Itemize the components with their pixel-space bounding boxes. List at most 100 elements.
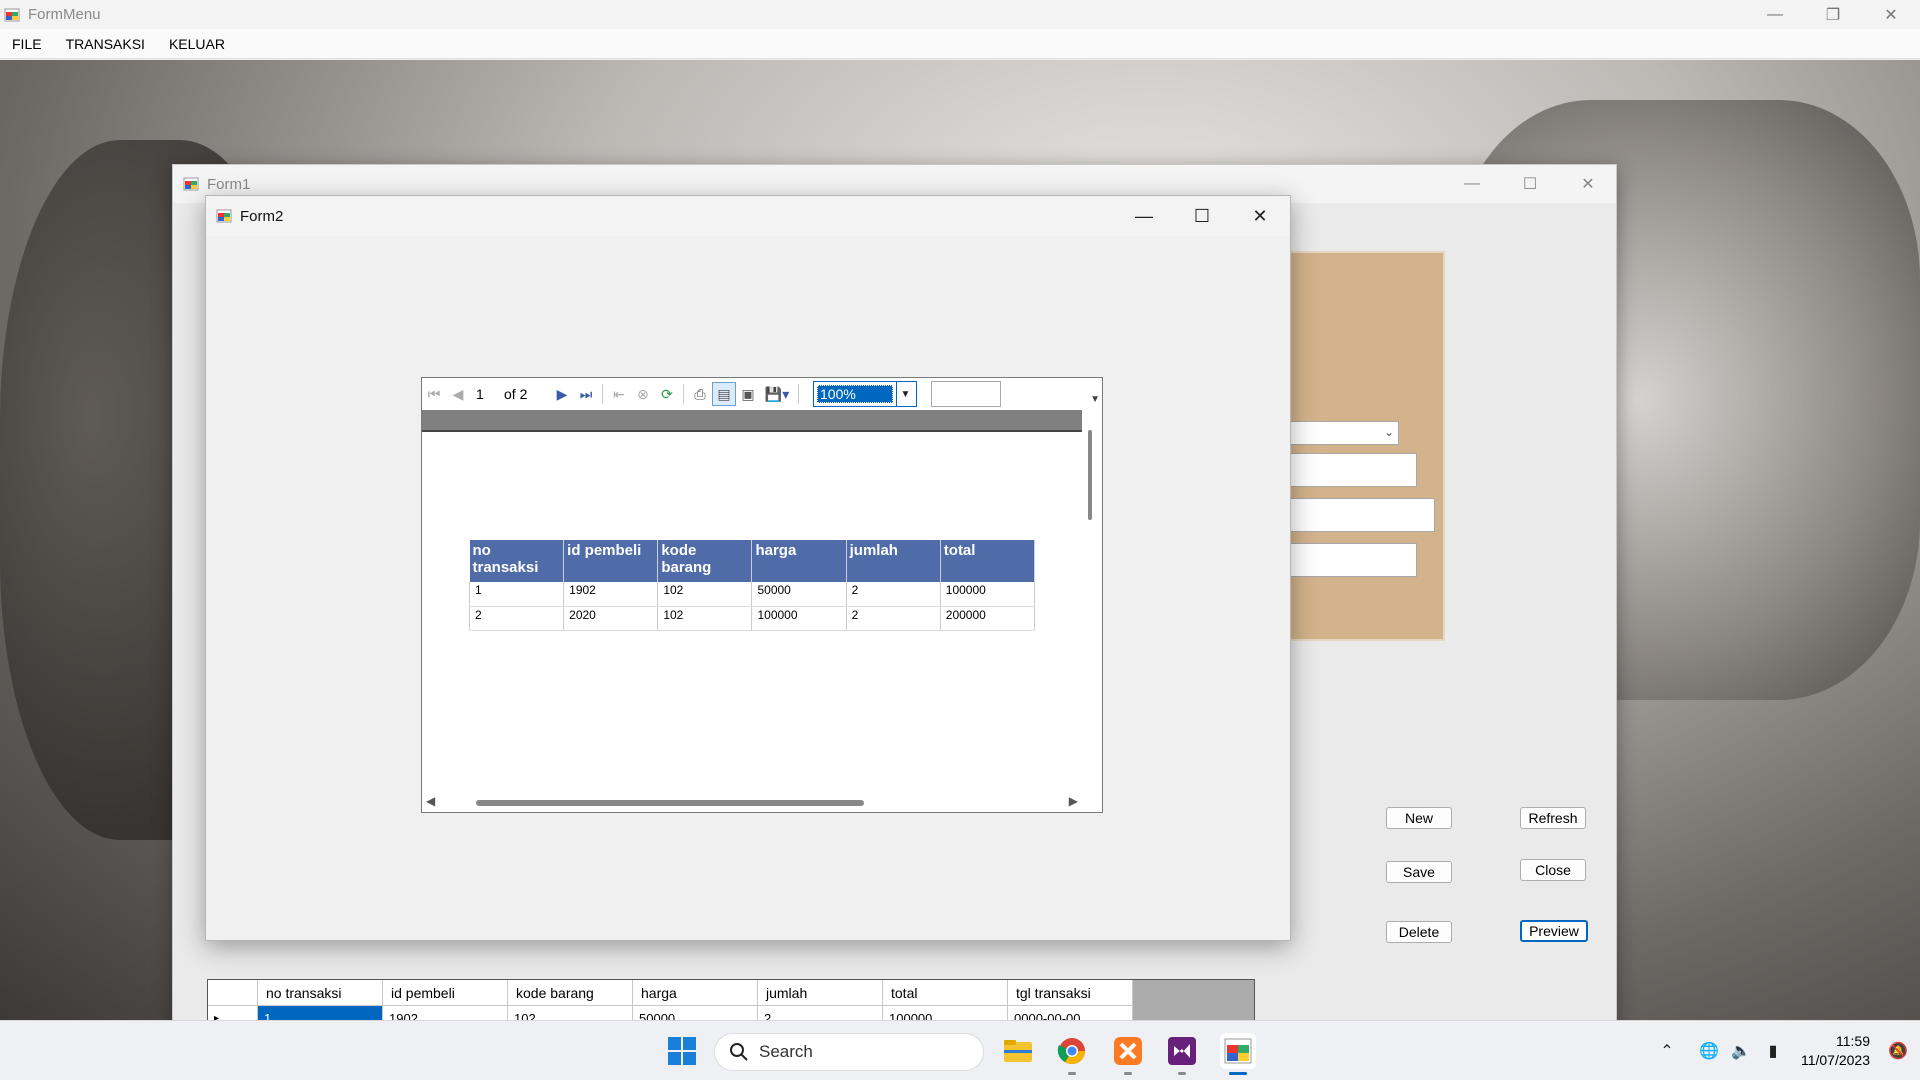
close-button[interactable]: Close <box>1520 859 1586 881</box>
refresh-icon[interactable]: ⟳ <box>655 382 679 406</box>
chrome-icon[interactable] <box>1054 1033 1090 1075</box>
report-cell: 100000 <box>751 606 847 631</box>
zoom-select[interactable]: 100% ▼ <box>813 381 917 407</box>
menu-file[interactable]: FILE <box>0 36 54 52</box>
print-layout-icon[interactable]: ▤ <box>712 382 736 406</box>
chevron-up-icon[interactable]: ⌃ <box>1653 1037 1681 1065</box>
current-page-input[interactable]: 1 <box>470 386 504 402</box>
save-button[interactable]: Save <box>1386 861 1452 883</box>
last-page-icon[interactable]: ⏭ <box>574 382 598 406</box>
menu-transaksi[interactable]: TRANSAKSI <box>54 36 157 52</box>
restore-button[interactable]: ❐ <box>1804 0 1862 29</box>
file-explorer-icon[interactable] <box>1000 1033 1036 1069</box>
report-cell: 2 <box>468 606 565 631</box>
horizontal-scrollbar[interactable]: ◀ ▶ <box>422 792 1082 812</box>
export-icon[interactable]: 💾▾ <box>760 382 794 406</box>
xampp-icon[interactable] <box>1110 1033 1146 1075</box>
notification-bell-icon[interactable]: 🔕 <box>1884 1037 1912 1065</box>
grid-row-header-corner <box>208 980 258 1006</box>
report-top-band <box>422 410 1082 432</box>
report-cell: 102 <box>657 606 753 631</box>
report-cell: 100000 <box>940 582 1036 607</box>
form1-minimize-button[interactable]: — <box>1443 165 1501 203</box>
running-indicator <box>1124 1072 1132 1075</box>
toolbar-separator <box>683 384 684 404</box>
globe-icon[interactable]: 🌐 <box>1695 1037 1723 1065</box>
taskbar-search[interactable]: Search <box>714 1033 984 1071</box>
report-cell: 200000 <box>940 606 1036 631</box>
form2-close-button[interactable]: ✕ <box>1231 196 1289 236</box>
report-cell: 2020 <box>563 606 659 631</box>
report-cell: 2 <box>846 606 941 631</box>
stop-icon[interactable]: ⊗ <box>631 382 655 406</box>
volume-icon[interactable]: 🔈 <box>1727 1037 1755 1065</box>
chevron-down-icon: ⌄ <box>1383 425 1394 439</box>
report-cell: 102 <box>657 582 753 607</box>
battery-icon[interactable]: ▮ <box>1759 1037 1787 1065</box>
grid-column-header[interactable]: kode barang <box>508 980 633 1006</box>
report-header-cell: id pembeli <box>563 540 659 582</box>
report-viewer: ⏮ ◀ 1 of 2 ▶ ⏭ ⇤ ⊗ ⟳ ⎙ ▤ ▣ 💾▾ 100% ▼ ▼ n… <box>421 377 1103 813</box>
search-label: Search <box>759 1042 813 1061</box>
running-indicator <box>1229 1072 1247 1075</box>
close-window-button[interactable]: ✕ <box>1862 0 1920 29</box>
first-page-icon[interactable]: ⏮ <box>422 382 446 406</box>
report-header-cell: harga <box>751 540 847 582</box>
search-icon <box>730 1043 748 1061</box>
form2-title: Form2 <box>240 207 284 225</box>
form-app-icon <box>216 209 232 223</box>
grid-column-header[interactable]: total <box>883 980 1008 1006</box>
form1-maximize-button[interactable]: ☐ <box>1501 165 1559 203</box>
clock-time: 11:59 <box>1836 1033 1870 1049</box>
new-button[interactable]: New <box>1386 807 1452 829</box>
scroll-right-icon[interactable]: ▶ <box>1069 794 1078 808</box>
clock[interactable]: 11:59 11/07/2023 <box>1801 1032 1870 1070</box>
report-cell: 50000 <box>751 582 847 607</box>
form-app-icon <box>4 8 20 21</box>
windows-start-icon[interactable] <box>666 1035 698 1067</box>
page-setup-icon[interactable]: ▣ <box>736 382 760 406</box>
preview-button[interactable]: Preview <box>1520 920 1588 942</box>
zoom-value: 100% <box>817 385 893 403</box>
report-page-area: no transaksi id pembeli kode barang harg… <box>422 410 1082 792</box>
grid-header: no transaksi id pembeli kode barang harg… <box>208 980 1133 1006</box>
table-row: 1 1902 102 50000 2 100000 <box>468 582 1036 607</box>
delete-button[interactable]: Delete <box>1386 921 1452 943</box>
visual-studio-icon[interactable] <box>1164 1033 1200 1075</box>
back-icon[interactable]: ⇤ <box>607 382 631 406</box>
running-indicator <box>1178 1072 1186 1075</box>
report-toolbar: ⏮ ◀ 1 of 2 ▶ ⏭ ⇤ ⊗ ⟳ ⎙ ▤ ▣ 💾▾ 100% ▼ ▼ <box>422 378 1102 410</box>
form1-title: Form1 <box>207 175 251 193</box>
scroll-left-icon[interactable]: ◀ <box>426 794 435 808</box>
taskbar: Search ⌃ 🌐 🔈 ▮ 11:59 11/07/2023 🔕 <box>0 1020 1920 1080</box>
refresh-button[interactable]: Refresh <box>1520 807 1586 829</box>
chevron-down-icon[interactable]: ▼ <box>896 382 914 406</box>
grid-column-header[interactable]: jumlah <box>758 980 883 1006</box>
grid-column-header[interactable]: id pembeli <box>383 980 508 1006</box>
grid-column-header[interactable]: tgl transaksi <box>1008 980 1133 1006</box>
find-input[interactable] <box>931 381 1001 407</box>
minimize-button[interactable]: — <box>1746 0 1804 29</box>
menu-keluar[interactable]: KELUAR <box>157 36 237 52</box>
form2-minimize-button[interactable]: — <box>1115 196 1173 236</box>
report-header-cell: kode barang <box>657 540 753 582</box>
grid-column-header[interactable]: no transaksi <box>258 980 383 1006</box>
winforms-app-icon[interactable] <box>1220 1033 1256 1075</box>
report-header-row: no transaksi id pembeli kode barang harg… <box>469 540 1036 582</box>
toolbar-overflow-icon[interactable]: ▼ <box>1090 394 1100 405</box>
report-header-cell: jumlah <box>846 540 941 582</box>
grid-column-header[interactable]: harga <box>633 980 758 1006</box>
formmenu-titlebar: FormMenu — ❐ ✕ <box>0 0 1920 29</box>
menubar: FILE TRANSAKSI KELUAR <box>0 29 1920 59</box>
report-cell: 1902 <box>563 582 659 607</box>
form2-maximize-button[interactable]: ☐ <box>1173 196 1231 236</box>
report-header-cell: no transaksi <box>469 540 565 582</box>
scrollbar-thumb[interactable] <box>476 800 864 806</box>
previous-page-icon[interactable]: ◀ <box>446 382 470 406</box>
form1-close-button[interactable]: ✕ <box>1559 165 1617 203</box>
toolbar-separator <box>798 384 799 404</box>
page-count-label: of 2 <box>504 386 528 402</box>
vertical-scrollbar[interactable] <box>1088 430 1092 520</box>
next-page-icon[interactable]: ▶ <box>550 382 574 406</box>
print-icon[interactable]: ⎙ <box>688 382 712 406</box>
